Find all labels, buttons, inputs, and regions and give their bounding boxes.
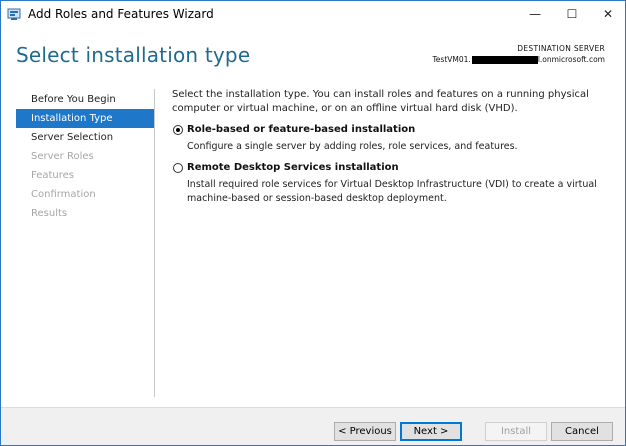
redacted-block: [471, 55, 538, 64]
page-title: Select installation type: [16, 43, 251, 67]
title-bar[interactable]: Add Roles and Features Wizard — ☐ ✕: [1, 1, 625, 28]
nav-item-server-roles: Server Roles: [31, 151, 94, 162]
previous-button[interactable]: < Previous: [334, 422, 396, 441]
next-button[interactable]: Next >: [400, 422, 462, 441]
maximize-icon: ☐: [566, 6, 578, 21]
destination-server-suffix: l.onmicrosoft.com: [537, 55, 605, 64]
nav-item-confirmation: Confirmation: [31, 189, 96, 200]
nav-item-installation-type[interactable]: Installation Type: [16, 109, 154, 128]
option-description: Configure a single server by adding role…: [187, 141, 518, 152]
radio-selected-dot: [176, 128, 180, 132]
wizard-nav: Before You Begin Installation Type Serve…: [16, 90, 154, 223]
minimize-button[interactable]: —: [517, 1, 553, 26]
destination-server-value: TestVM01. l.onmicrosoft.com: [433, 55, 606, 64]
install-button: Install: [485, 422, 547, 441]
minimize-icon: —: [529, 6, 541, 21]
nav-item-server-selection[interactable]: Server Selection: [16, 128, 154, 147]
destination-server-prefix: TestVM01.: [432, 55, 471, 64]
nav-item-results: Results: [31, 208, 68, 219]
close-button[interactable]: ✕: [590, 1, 626, 26]
destination-server-label: DESTINATION SERVER: [517, 44, 605, 53]
nav-item-features: Features: [31, 170, 74, 181]
nav-item-before-you-begin[interactable]: Before You Begin: [16, 90, 154, 109]
option-description: Install required role services for Virtu…: [187, 179, 597, 204]
button-bar: < Previous Next > Install Cancel: [1, 407, 625, 445]
window-title: Add Roles and Features Wizard: [28, 7, 214, 21]
radio-remote-desktop[interactable]: [173, 163, 183, 173]
content-area: Select the installation type. You can in…: [172, 88, 612, 204]
intro-text: Select the installation type. You can in…: [172, 89, 589, 114]
option-label[interactable]: Remote Desktop Services installation: [187, 162, 399, 173]
wizard-window: Add Roles and Features Wizard — ☐ ✕ Sele…: [0, 0, 626, 446]
radio-role-based[interactable]: [173, 125, 183, 135]
maximize-button[interactable]: ☐: [554, 1, 590, 26]
nav-divider: [154, 89, 155, 397]
option-label[interactable]: Role-based or feature-based installation: [187, 124, 415, 135]
server-manager-icon: [7, 8, 21, 20]
cancel-button[interactable]: Cancel: [551, 422, 613, 441]
close-icon: ✕: [602, 6, 614, 21]
